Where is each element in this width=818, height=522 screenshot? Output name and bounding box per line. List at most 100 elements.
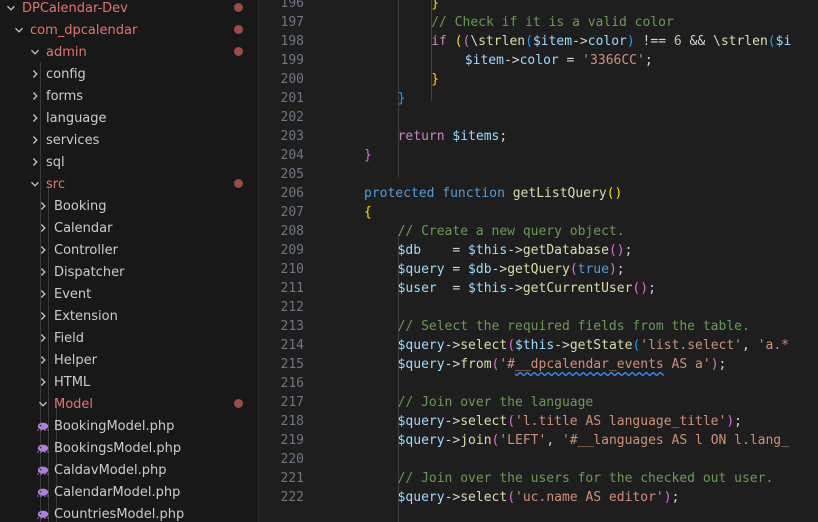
code-line[interactable]: $query->select($this->getState('list.sel… [398, 336, 789, 355]
line-number: 202 [280, 110, 304, 125]
folder-forms[interactable]: forms [0, 85, 258, 107]
code-line[interactable]: $db = $this->getDatabase(); [398, 241, 633, 260]
line-number: 213 [280, 319, 304, 334]
code-line[interactable]: $query->from('#__dpcalendar_events AS a'… [398, 355, 727, 374]
modified-indicator-dot [234, 179, 243, 188]
chevron-right-icon[interactable] [28, 67, 42, 81]
chevron-right-icon[interactable] [28, 111, 42, 125]
code-line[interactable]: // Join over the language [398, 393, 594, 412]
code-token: ) [663, 490, 672, 505]
code-token: ( [569, 262, 578, 277]
code-token: join [460, 433, 492, 448]
chevron-right-icon[interactable] [36, 375, 50, 389]
code-line[interactable]: $item->color = '3366CC'; [465, 51, 653, 70]
code-line[interactable]: } [431, 70, 439, 89]
chevron-right-icon[interactable] [36, 243, 50, 257]
code-line[interactable]: $query = $db->getQuery(true); [398, 260, 625, 279]
code-line[interactable]: return $items; [398, 127, 508, 146]
chevron-down-icon[interactable] [4, 1, 18, 15]
folder-html[interactable]: HTML [0, 371, 258, 393]
code-line[interactable]: // Check if it is a valid color [431, 13, 674, 32]
folder-dispatcher[interactable]: Dispatcher [0, 261, 258, 283]
code-line[interactable]: } [398, 89, 406, 108]
file-calendarmodel-php[interactable]: CalendarModel.php [0, 481, 258, 503]
file-bookingsmodel-php[interactable]: BookingsModel.php [0, 437, 258, 459]
code-token: () [608, 243, 625, 258]
modified-indicator-dot [234, 47, 243, 56]
code-line[interactable]: // Create a new query object. [398, 222, 625, 241]
folder-src[interactable]: src [0, 173, 258, 195]
code-token: 'uc.name AS editor' [515, 490, 664, 505]
code-token: , [546, 433, 562, 448]
line-number: 203 [280, 129, 304, 144]
folder-language[interactable]: language [0, 107, 258, 129]
file-caldavmodel-php[interactable]: CaldavModel.php [0, 459, 258, 481]
code-line[interactable]: $query->join('LEFT', '#__languages AS l … [398, 431, 789, 450]
file-bookingmodel-php[interactable]: BookingModel.php [0, 415, 258, 437]
folder-calendar[interactable]: Calendar [0, 217, 258, 239]
code-line[interactable]: } [364, 146, 372, 165]
code-token: { [364, 205, 372, 220]
code-token: $item [532, 34, 573, 49]
chevron-right-icon[interactable] [36, 331, 50, 345]
code-token: $user [397, 281, 437, 296]
folder-field[interactable]: Field [0, 327, 258, 349]
folder-config[interactable]: config [0, 63, 258, 85]
chevron-right-icon[interactable] [36, 265, 50, 279]
code-editor[interactable]: }// Check if it is a valid color if ((\st… [312, 0, 818, 522]
code-token: ( [507, 414, 516, 429]
code-token: -> [572, 34, 588, 49]
folder-event[interactable]: Event [0, 283, 258, 305]
code-token: protected [364, 186, 435, 201]
code-line[interactable]: if ((\strlen($item->color) !== 6 && \str… [431, 32, 791, 51]
line-number: 212 [280, 300, 304, 315]
php-elephant-icon [36, 421, 50, 431]
code-line[interactable]: $query->select('uc.name AS editor'); [398, 488, 680, 507]
code-token: -> [491, 262, 508, 277]
chevron-right-icon[interactable] [28, 133, 42, 147]
code-token: select [460, 338, 508, 353]
chevron-down-icon[interactable] [36, 397, 50, 411]
code-token: () [632, 281, 649, 296]
chevron-right-icon[interactable] [28, 155, 42, 169]
file-countriesmodel-php[interactable]: CountriesModel.php [0, 503, 258, 522]
chevron-right-icon[interactable] [36, 353, 50, 367]
code-line[interactable]: } [431, 0, 439, 13]
folder-com-dpcalendar[interactable]: com_dpcalendar [0, 19, 258, 41]
code-line[interactable]: // Join over the users for the checked o… [398, 469, 774, 488]
code-token: 'l.title AS language_title' [515, 414, 727, 429]
tree-item-label: Extension [54, 308, 118, 324]
tree-item-label: CountriesModel.php [54, 506, 185, 522]
chevron-right-icon[interactable] [36, 221, 50, 235]
folder-services[interactable]: services [0, 129, 258, 151]
folder-admin[interactable]: admin [0, 41, 258, 63]
chevron-right-icon[interactable] [36, 199, 50, 213]
folder-booking[interactable]: Booking [0, 195, 258, 217]
code-line[interactable]: // Select the required fields from the t… [398, 317, 750, 336]
code-token: '3366CC' [582, 53, 645, 68]
folder-sql[interactable]: sql [0, 151, 258, 173]
folder-dpcalendar-dev[interactable]: DPCalendar-Dev [0, 0, 258, 19]
code-token: , [742, 338, 758, 353]
code-token: $query [397, 338, 445, 353]
folder-model[interactable]: Model [0, 393, 258, 415]
line-number: 222 [280, 490, 304, 505]
code-token: __dpcalendar_events [515, 357, 664, 372]
chevron-down-icon[interactable] [12, 23, 26, 37]
line-number: 215 [280, 357, 304, 372]
code-line[interactable]: protected function getListQuery() [364, 184, 622, 203]
code-line[interactable]: $query->select('l.title AS language_titl… [398, 412, 742, 431]
code-token: true [577, 262, 609, 277]
chevron-right-icon[interactable] [36, 309, 50, 323]
chevron-right-icon[interactable] [36, 287, 50, 301]
folder-extension[interactable]: Extension [0, 305, 258, 327]
line-number: 197 [280, 15, 304, 30]
folder-helper[interactable]: Helper [0, 349, 258, 371]
folder-controller[interactable]: Controller [0, 239, 258, 261]
chevron-right-icon[interactable] [28, 89, 42, 103]
chevron-down-icon[interactable] [28, 177, 42, 191]
chevron-down-icon[interactable] [28, 45, 42, 59]
code-line[interactable]: $user = $this->getCurrentUser(); [398, 279, 656, 298]
code-line[interactable]: { [364, 203, 372, 222]
code-token: ) [726, 414, 735, 429]
